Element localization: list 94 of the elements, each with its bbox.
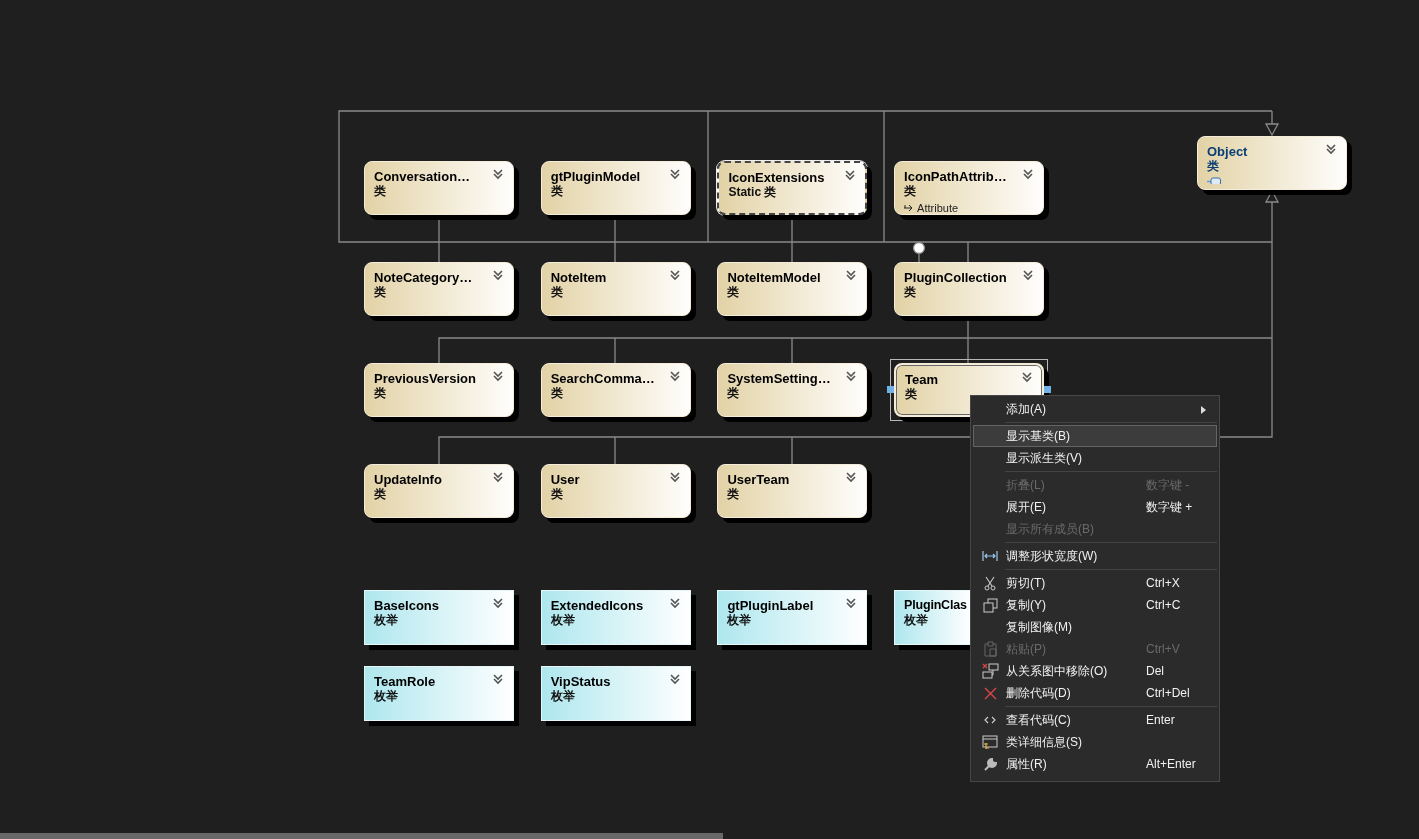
expand-chevron-icon[interactable] (668, 370, 681, 382)
expand-chevron-icon[interactable] (845, 597, 858, 609)
expand-chevron-icon[interactable] (1022, 168, 1035, 180)
class-details-icon (982, 734, 998, 750)
class-type-label: 类 (904, 285, 917, 299)
expand-chevron-icon[interactable] (845, 269, 858, 281)
enum-name: PluginClas (904, 598, 967, 613)
scissors-icon (984, 575, 996, 591)
menu-item[interactable]: 属性(R) Alt+Enter (973, 753, 1217, 775)
class-type-label: 类 (550, 184, 563, 198)
interface-lollipop-icon (912, 241, 926, 263)
resize-handle[interactable] (1044, 386, 1052, 393)
menu-item[interactable]: 从关系图中移除(O) Del (973, 660, 1217, 682)
class-name: Object (1207, 144, 1248, 159)
delete-icon (983, 686, 997, 700)
class-name: Team (905, 372, 939, 387)
expand-chevron-icon[interactable] (492, 673, 504, 685)
class-type-label: 类 (727, 386, 740, 400)
submenu-arrow-icon (1201, 406, 1206, 414)
expand-chevron-icon[interactable] (492, 597, 504, 609)
class-name: Conversation… (374, 169, 471, 184)
expand-chevron-icon[interactable] (845, 370, 858, 382)
class-type-label: 类 (374, 487, 386, 501)
class-type-label: 类 (904, 184, 917, 198)
enum-type-label: 枚举 (550, 689, 575, 703)
enum-type-label: 枚举 (904, 613, 929, 627)
enum-type-label: 枚举 (727, 613, 752, 627)
class-name: NoteCategory… (374, 270, 473, 285)
class-icon (1207, 177, 1221, 184)
horizontal-scrollbar[interactable] (0, 833, 723, 839)
expand-chevron-icon[interactable] (845, 471, 858, 483)
enum-type-label: 枚举 (374, 613, 398, 627)
expand-chevron-icon[interactable] (492, 269, 504, 281)
wrench-icon (982, 756, 998, 772)
expand-chevron-icon[interactable] (492, 471, 504, 483)
menu-item[interactable]: 显示派生类(V) (973, 447, 1217, 469)
class-name: IconPathAttrib… (904, 169, 1007, 184)
expand-chevron-icon[interactable] (1325, 143, 1337, 155)
expand-chevron-icon[interactable] (668, 269, 681, 281)
class-name: SearchComma… (550, 371, 655, 386)
class-name: PreviousVersion (374, 371, 476, 386)
enum-name: VipStatus (550, 674, 611, 689)
class-name: NoteItemModel (727, 270, 821, 285)
class-type-label: 类 (550, 386, 563, 400)
class-type-label: Static 类 (728, 185, 777, 199)
class-type-label: 类 (727, 285, 740, 299)
enum-name: BaseIcons (374, 598, 440, 613)
class-name: PluginCollection (904, 270, 1007, 285)
expand-chevron-icon[interactable] (668, 471, 681, 483)
class-type-label: 类 (374, 184, 386, 198)
class-type-label: 类 (727, 487, 740, 501)
copy-icon (982, 597, 998, 613)
enum-name: gtPluginLabel (727, 598, 814, 613)
menu-item[interactable]: 删除代码(D) Ctrl+Del (973, 682, 1217, 704)
class-type-label: 类 (374, 285, 386, 299)
class-name: gtPluginModel (550, 169, 641, 184)
menu-item[interactable]: 展开(E) 数字键 + (973, 496, 1217, 518)
menu-item[interactable]: 类详细信息(S) (973, 731, 1217, 753)
menu-item[interactable]: 复制图像(M) (973, 616, 1217, 638)
menu-item[interactable]: 查看代码(C) Enter (973, 709, 1217, 731)
expand-chevron-icon[interactable] (668, 673, 681, 685)
class-type-label: 类 (905, 387, 918, 401)
enum-type-label: 枚举 (550, 613, 575, 627)
clipboard-icon (983, 641, 997, 657)
class-type-label: 类 (374, 386, 386, 400)
expand-chevron-icon[interactable] (668, 597, 681, 609)
class-name: UpdateInfo (374, 472, 442, 487)
expand-chevron-icon[interactable] (492, 370, 504, 382)
class-type-label: 类 (550, 285, 563, 299)
enum-name: TeamRole (374, 674, 436, 689)
class-type-label: 类 (1207, 159, 1219, 173)
menu-item[interactable]: 显示基类(B) (973, 425, 1217, 447)
expand-chevron-icon[interactable] (844, 169, 857, 181)
class-name: SystemSetting… (727, 371, 831, 386)
resize-width-icon (982, 550, 998, 562)
menu-item[interactable]: 剪切(T) Ctrl+X (973, 572, 1217, 594)
code-icon (984, 716, 996, 724)
enum-type-label: 枚举 (374, 689, 398, 703)
expand-chevron-icon[interactable] (492, 168, 504, 180)
menu-item[interactable]: 复制(Y) Ctrl+C (973, 594, 1217, 616)
base-class-label: Attribute (917, 202, 959, 214)
class-name: UserTeam (727, 472, 790, 487)
expand-chevron-icon[interactable] (1021, 371, 1034, 383)
resize-handle[interactable] (887, 386, 895, 393)
expand-chevron-icon[interactable] (1022, 269, 1035, 281)
class-name: NoteItem (550, 270, 607, 285)
inherits-arrow-icon (904, 204, 915, 212)
class-name: User (550, 472, 580, 487)
enum-name: ExtendedIcons (550, 598, 644, 613)
class-type-label: 类 (550, 487, 563, 501)
menu-item[interactable]: 调整形状宽度(W) (973, 545, 1217, 567)
class-name: IconExtensions (728, 170, 825, 185)
expand-chevron-icon[interactable] (668, 168, 681, 180)
remove-shape-icon (981, 663, 999, 679)
